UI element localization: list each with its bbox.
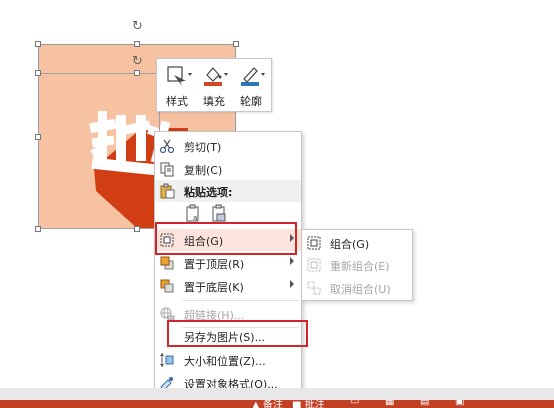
menu-item-bring-to-front-label: 置于顶层(R) <box>184 258 245 271</box>
bring-to-front-icon <box>159 255 175 271</box>
rotate-handle-icon[interactable]: ↻ <box>132 20 143 33</box>
status-bar: ▲ 备注 ■ 批注 ▭ ▦ ▤ ▣ <box>0 400 554 408</box>
menu-item-copy[interactable]: 复制(C) <box>155 158 301 180</box>
clipboard-icon <box>159 183 175 199</box>
slide-area-bottom <box>0 388 554 400</box>
menu-item-bring-to-front[interactable]: 置于顶层(R) <box>155 252 301 274</box>
group-highlight-box <box>155 222 297 255</box>
rotate-handle-inner-icon[interactable]: ↻ <box>132 55 143 68</box>
menu-separator <box>183 300 299 301</box>
menu-item-send-to-back[interactable]: 置于底层(K) <box>155 275 301 297</box>
menu-item-cut[interactable]: 剪切(T) <box>155 135 301 157</box>
submenu-item-ungroup-label: 取消组合(U) <box>330 283 391 296</box>
group-submenu: 组合(G) 重新组合(E) 取消组合(U) <box>301 229 413 301</box>
submenu-item-group-label: 组合(G) <box>330 238 370 251</box>
shape-style-icon <box>162 63 192 87</box>
paste-options-header: 粘贴选项: <box>155 180 301 202</box>
resize-handle-nw[interactable] <box>35 41 41 47</box>
resize-handle-sw[interactable] <box>35 226 41 232</box>
notes-label: 备注 <box>262 400 283 408</box>
reading-view-icon[interactable]: ▤ <box>420 400 429 407</box>
selection-frame-inner <box>38 73 160 229</box>
regroup-icon <box>306 257 322 273</box>
menu-item-send-to-back-label: 置于底层(K) <box>184 281 244 294</box>
submenu-arrow-icon <box>290 257 294 265</box>
mini-toolbar: 样式 填充 轮廓 <box>156 58 272 112</box>
fill-bucket-icon <box>199 63 229 87</box>
style-label: 样式 <box>166 95 188 108</box>
send-to-back-icon <box>159 278 175 294</box>
notes-icon: ▲ <box>252 400 263 408</box>
comments-label: 批注 <box>304 400 325 408</box>
notes-button[interactable]: ▲ 备注 <box>252 400 283 408</box>
paste-as-picture-icon[interactable] <box>210 204 230 224</box>
submenu-item-regroup-label: 重新组合(E) <box>330 260 390 273</box>
copy-icon <box>159 161 175 177</box>
save-as-picture-highlight-box <box>167 320 308 347</box>
inner-resize-handle-n[interactable] <box>134 70 140 76</box>
menu-item-size-position[interactable]: 大小和位置(Z)... <box>155 349 301 371</box>
submenu-item-regroup: 重新组合(E) <box>302 254 412 276</box>
outline-pen-icon <box>236 63 266 87</box>
size-position-icon <box>159 352 175 368</box>
resize-handle-ne[interactable] <box>233 41 239 47</box>
fill-label: 填充 <box>203 95 225 108</box>
outline-button[interactable]: 轮廓 <box>233 63 269 109</box>
inner-resize-handle-nw[interactable] <box>35 70 41 76</box>
resize-handle-n[interactable] <box>134 41 140 47</box>
menu-item-cut-label: 剪切(T) <box>184 141 222 154</box>
resize-handle-w[interactable] <box>35 134 41 140</box>
menu-item-copy-label: 复制(C) <box>184 164 223 177</box>
normal-view-icon[interactable]: ▭ <box>350 400 359 407</box>
group-objects-icon <box>306 235 322 251</box>
context-menu: 剪切(T) 复制(C) 粘贴选项: a 组合(G) 置于顶层(R) 置于底层(K… <box>154 131 302 395</box>
svg-text:a: a <box>193 214 197 222</box>
submenu-item-group[interactable]: 组合(G) <box>302 232 412 254</box>
menu-item-size-position-label: 大小和位置(Z)... <box>184 355 266 368</box>
scissors-icon <box>159 138 175 154</box>
resize-handle-s[interactable] <box>134 226 140 232</box>
ungroup-icon <box>306 280 322 296</box>
style-button[interactable]: 样式 <box>159 63 195 109</box>
slideshow-view-icon[interactable]: ▣ <box>455 400 464 407</box>
submenu-arrow-icon <box>290 280 294 288</box>
outline-label: 轮廓 <box>240 95 262 108</box>
submenu-item-ungroup: 取消组合(U) <box>302 277 412 299</box>
paste-keep-source-icon[interactable]: a <box>184 204 204 224</box>
slide-sorter-view-icon[interactable]: ▦ <box>385 400 394 407</box>
comments-button[interactable]: ■ 批注 <box>292 400 325 408</box>
fill-button[interactable]: 填充 <box>196 63 232 109</box>
paste-options-label: 粘贴选项: <box>184 186 233 199</box>
comments-icon: ■ <box>292 400 305 408</box>
